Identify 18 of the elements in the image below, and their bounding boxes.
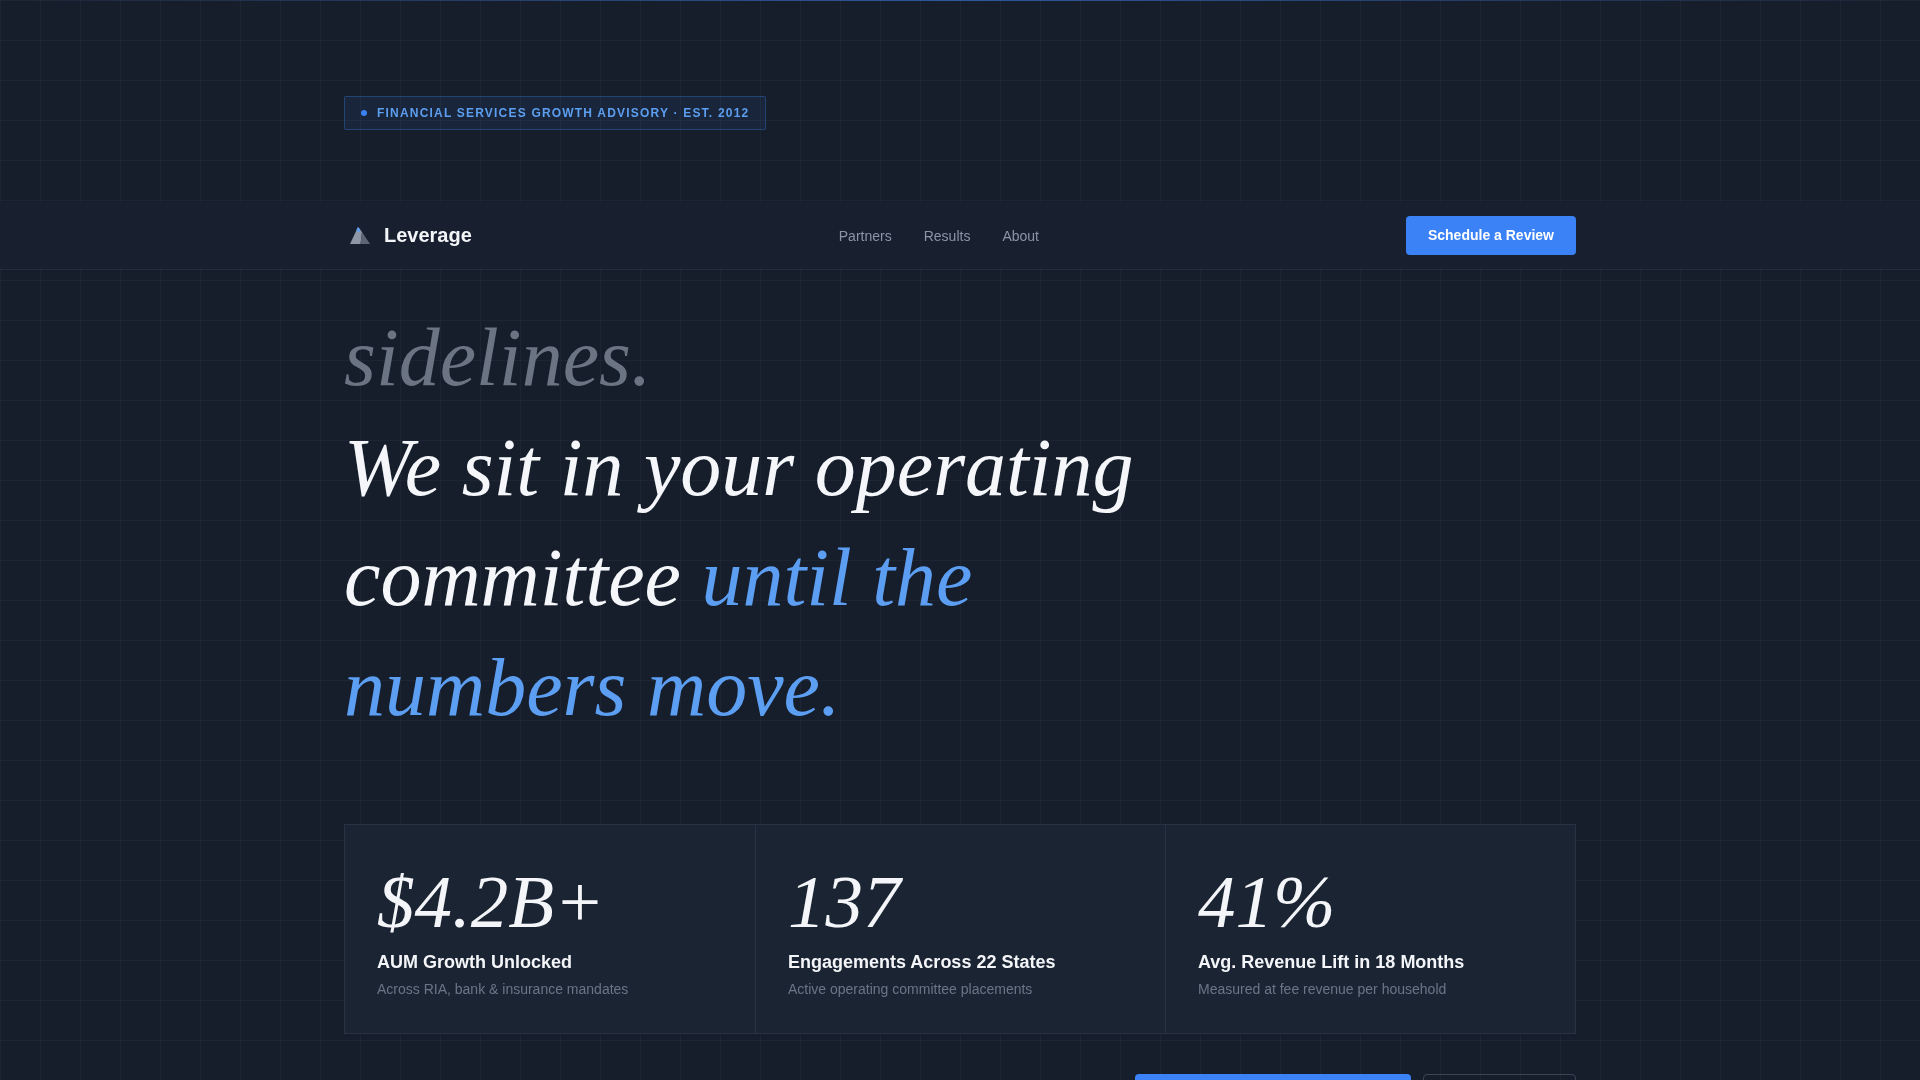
stat-value: $4.2B+ [377,864,606,939]
nav-link[interactable]: About [1002,227,1039,244]
stat-label: Avg. Revenue Lift in 18 Months [1198,951,1466,974]
stat-label: AUM Growth Unlocked [377,951,573,974]
stat-value: 41% [1198,864,1337,939]
stat-note: Active operating committee placements [788,980,1034,1000]
brand-link[interactable]: Leverage [344,224,472,247]
headline: sidelines. We sit in your operating committee until the numbers move. [344,311,1135,735]
stat-note: Across RIA, bank & insurance mandates [377,980,630,1000]
nav-link[interactable]: Results [923,227,971,244]
schedule-button[interactable]: Schedule a Review [1405,216,1576,255]
stat-value: 137 [788,864,904,939]
stat-label: Engagements Across 22 States [788,951,1057,974]
badge-text: FINANCIAL SERVICES GROWTH ADVISORY · EST. 2012 [377,106,750,120]
stat-note: Measured at fee revenue per household [1198,980,1448,1000]
nav-link[interactable]: Partners [838,227,892,244]
mountain-icon [350,227,370,244]
dot-icon [361,110,367,116]
